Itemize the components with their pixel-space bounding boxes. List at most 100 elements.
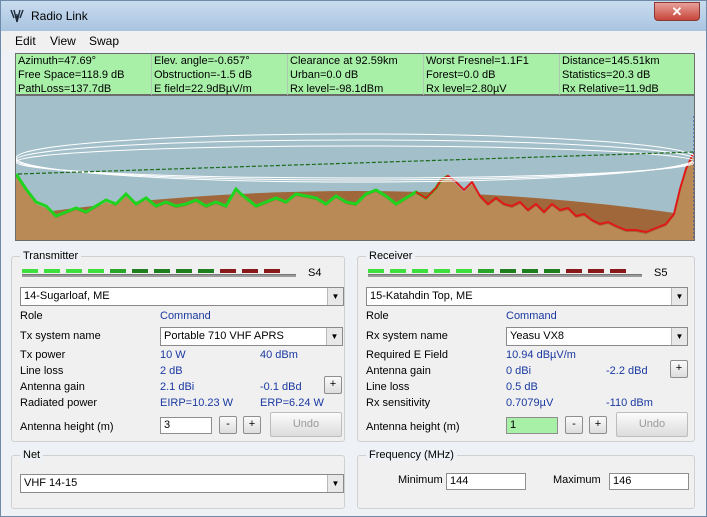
rx-gain-dbd: -2.2 dBd — [606, 365, 648, 377]
tx-power-w: 10 W — [160, 349, 186, 361]
rx-sensitivity-dbm: -110 dBm — [606, 397, 653, 409]
net-value: VHF 14-15 — [24, 477, 78, 489]
window-title: Radio Link — [31, 9, 88, 23]
rx-sensitivity-label: Rx sensitivity — [366, 397, 431, 409]
close-button[interactable]: ✕ — [654, 2, 700, 21]
terrain-profile[interactable] — [15, 95, 695, 241]
freq-max-input[interactable]: 146 — [609, 473, 689, 490]
profile-graphic — [16, 116, 694, 240]
tx-line-loss-label: Line loss — [20, 365, 64, 377]
rx-height-input[interactable]: 1 — [506, 417, 558, 434]
tx-signal-meter — [22, 269, 296, 277]
tx-height-input[interactable]: 3 — [160, 417, 212, 434]
antenna-icon — [10, 9, 24, 23]
link-info-grid: Azimuth=47.69° Elev. angle=-0.657° Clear… — [15, 53, 695, 96]
rx-gain-label: Antenna gain — [366, 365, 431, 377]
net-panel: Net VHF 14-15 ▼ — [11, 449, 345, 509]
freq-min-label: Minimum — [398, 474, 443, 486]
info-efield: E field=22.9dBµV/m — [152, 82, 288, 96]
tx-gain-dbd: -0.1 dBd — [260, 381, 302, 393]
tx-s-meter-label: S4 — [308, 267, 322, 279]
info-free-space: Free Space=118.9 dB — [16, 68, 152, 82]
menu-view[interactable]: View — [50, 34, 76, 48]
tx-erp: ERP=6.24 W — [260, 397, 324, 409]
rx-height-minus-button[interactable]: - — [565, 416, 583, 434]
info-azimuth: Azimuth=47.69° — [16, 54, 152, 68]
rx-height-plus-button[interactable]: + — [589, 416, 607, 434]
info-rx-level-uv: Rx level=2.80µV — [424, 82, 560, 96]
rx-undo-button[interactable]: Undo — [616, 412, 688, 437]
info-clearance: Clearance at 92.59km — [288, 54, 424, 68]
rx-system-label: Rx system name — [366, 330, 448, 342]
tx-height-plus-button[interactable]: + — [243, 416, 261, 434]
rx-req-field-value: 10.94 dBµV/m — [506, 349, 576, 361]
transmitter-panel: Transmitter S4 14-Sugarloaf, ME ▼ Role C… — [11, 250, 345, 442]
info-rx-level-dbm: Rx level=-98.1dBm — [288, 82, 424, 96]
rx-sensitivity-uv: 0.7079µV — [506, 397, 554, 409]
tx-system-select[interactable]: Portable 710 VHF APRS ▼ — [160, 327, 343, 346]
menu-bar: Edit View Swap — [2, 31, 705, 50]
rx-line-loss-label: Line loss — [366, 381, 410, 393]
radio-link-window: Radio Link ✕ Edit View Swap Azimuth=47.6… — [0, 0, 707, 517]
tx-line-loss-value: 2 dB — [160, 365, 183, 377]
net-title: Net — [20, 449, 44, 461]
rx-site-select[interactable]: 15-Katahdin Top, ME ▼ — [366, 287, 688, 306]
chevron-down-icon: ▼ — [327, 475, 343, 492]
rx-height-label: Antenna height (m) — [366, 421, 460, 433]
info-urban: Urban=0.0 dB — [288, 68, 424, 82]
title-bar[interactable]: Radio Link ✕ — [1, 1, 706, 31]
rx-signal-meter — [368, 269, 642, 277]
tx-gain-plus-button[interactable]: + — [324, 376, 342, 394]
info-elevation: Elev. angle=-0.657° — [152, 54, 288, 68]
tx-gain-dbi: 2.1 dBi — [160, 381, 195, 393]
tx-power-dbm: 40 dBm — [260, 349, 298, 361]
rx-req-field-label: Required E Field — [366, 349, 448, 361]
rx-gain-dbi: 0 dBi — [506, 365, 532, 377]
freq-max-label: Maximum — [553, 474, 601, 486]
info-distance: Distance=145.51km — [562, 55, 660, 67]
frequency-title: Frequency (MHz) — [366, 449, 457, 461]
rx-role-label: Role — [366, 310, 389, 322]
rx-s-meter-label: S5 — [654, 267, 668, 279]
fresnel-zone-inner — [16, 145, 694, 179]
transmitter-title: Transmitter — [20, 250, 82, 262]
rx-system-select[interactable]: Yeasu VX8 ▼ — [506, 327, 688, 346]
tx-undo-button[interactable]: Undo — [270, 412, 342, 437]
receiver-panel: Receiver S5 15-Katahdin Top, ME ▼ Role C… — [357, 250, 695, 442]
tx-system-value: Portable 710 VHF APRS — [164, 330, 284, 342]
tx-radiated-label: Radiated power — [20, 397, 98, 409]
rx-site-value: 15-Katahdin Top, ME — [370, 290, 473, 302]
rx-system-value: Yeasu VX8 — [510, 330, 565, 342]
rx-line-loss-value: 0.5 dB — [506, 381, 538, 393]
info-pathloss: PathLoss=137.7dB — [16, 82, 152, 96]
menu-swap[interactable]: Swap — [89, 34, 119, 48]
tx-site-value: 14-Sugarloaf, ME — [24, 290, 110, 302]
net-select[interactable]: VHF 14-15 ▼ — [20, 474, 344, 493]
info-forest: Forest=0.0 dB — [424, 68, 560, 82]
chevron-down-icon: ▼ — [326, 328, 342, 345]
tx-system-label: Tx system name — [20, 330, 101, 342]
freq-min-input[interactable]: 144 — [446, 473, 526, 490]
tx-height-label: Antenna height (m) — [20, 421, 114, 433]
tx-power-label: Tx power — [20, 349, 66, 361]
chevron-down-icon: ▼ — [327, 288, 343, 305]
info-statistics: Statistics=20.3 dB — [562, 69, 651, 81]
tx-eirp: EIRP=10.23 W — [160, 397, 234, 409]
receiver-title: Receiver — [366, 250, 416, 262]
tx-gain-label: Antenna gain — [20, 381, 85, 393]
info-rx-relative: Rx Relative=11.9dB — [562, 83, 659, 95]
tx-role-label: Role — [20, 310, 43, 322]
close-icon: ✕ — [671, 4, 683, 19]
tx-site-select[interactable]: 14-Sugarloaf, ME ▼ — [20, 287, 344, 306]
rx-role-value: Command — [506, 310, 557, 322]
info-worst-fresnel: Worst Fresnel=1.1F1 — [424, 54, 560, 68]
menu-edit[interactable]: Edit — [15, 34, 36, 48]
line-of-sight — [17, 151, 694, 175]
tx-height-minus-button[interactable]: - — [219, 416, 237, 434]
chevron-down-icon: ▼ — [671, 288, 687, 305]
info-obstruction: Obstruction=-1.5 dB — [152, 68, 288, 82]
frequency-panel: Frequency (MHz) Minimum 144 Maximum 146 — [357, 449, 695, 509]
chevron-down-icon: ▼ — [671, 328, 687, 345]
rx-gain-plus-button[interactable]: + — [670, 360, 688, 378]
tx-role-value: Command — [160, 310, 211, 322]
